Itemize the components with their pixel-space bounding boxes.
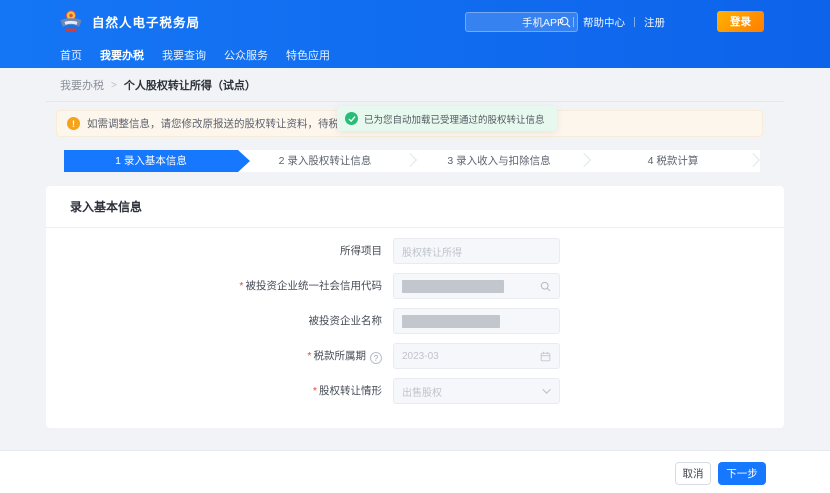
nav-item-home[interactable]: 首页	[60, 47, 82, 63]
step-3-label: 3 录入收入与扣除信息	[412, 150, 586, 172]
app-title: 自然人电子税务局	[92, 12, 200, 31]
next-button[interactable]: 下一步	[718, 462, 766, 485]
nav-item-public-services[interactable]: 公众服务	[224, 47, 268, 63]
calendar-icon	[540, 351, 551, 362]
income-item-input: 股权转让所得	[393, 238, 560, 264]
form-row-income-item: 所得项目 股权转让所得	[46, 238, 784, 264]
step-4-label: 4 税款计算	[586, 150, 760, 172]
help-icon[interactable]: ?	[370, 352, 382, 364]
link-divider	[573, 17, 574, 27]
field-label: *被投资企业统一社会信用代码	[70, 273, 382, 299]
redacted-value	[402, 315, 500, 328]
breadcrumb: 我要办税 > 个人股权转让所得（试点）	[60, 77, 256, 93]
check-icon	[345, 112, 358, 125]
brand: 自然人电子税务局	[58, 8, 200, 34]
form-row-company-name: 被投资企业名称	[46, 308, 784, 334]
step-bar: 1 录入基本信息 2 录入股权转让信息 3 录入收入与扣除信息 4 税款计算	[64, 150, 760, 172]
warning-icon: !	[67, 117, 80, 130]
form-card: 录入基本信息 所得项目 股权转让所得 *被投资企业统一社会信用代码	[46, 186, 784, 428]
link-divider	[634, 17, 635, 27]
section-divider	[46, 101, 784, 102]
login-button[interactable]: 登录	[717, 11, 764, 32]
company-name-input	[393, 308, 560, 334]
main-nav: 首页 我要办税 我要查询 公众服务 特色应用	[60, 44, 330, 66]
lookup-search-icon[interactable]	[540, 281, 551, 292]
section-title: 录入基本信息	[46, 186, 784, 228]
chevron-down-icon	[545, 388, 551, 394]
transfer-type-value: 出售股权	[402, 384, 442, 399]
field-label: *税款所属期?	[70, 343, 382, 369]
tax-period-input: 2023-03	[393, 343, 560, 369]
step-1-active: 1 录入基本信息	[64, 150, 250, 172]
cancel-button[interactable]: 取消	[675, 462, 711, 485]
form-row-credit-code: *被投资企业统一社会信用代码	[46, 273, 784, 299]
form-row-tax-period: *税款所属期? 2023-03	[46, 343, 784, 369]
header-bar: 自然人电子税务局 手机APP 帮助中心 注册 登录 首页 我要办税 我要查询 公…	[0, 0, 830, 68]
tax-period-value: 2023-03	[402, 351, 439, 362]
step-2-label: 2 录入股权转让信息	[238, 150, 412, 172]
success-toast: 已为您自动加载已受理通过的股权转让信息	[337, 106, 557, 131]
footer-bar: 取消 下一步	[0, 450, 830, 493]
link-help-center[interactable]: 帮助中心	[583, 15, 625, 30]
field-label: *股权转让情形	[70, 378, 382, 404]
nav-item-featured-apps[interactable]: 特色应用	[286, 47, 330, 63]
credit-code-input[interactable]	[393, 273, 560, 299]
success-toast-text: 已为您自动加载已受理通过的股权转让信息	[364, 112, 545, 126]
breadcrumb-parent[interactable]: 我要办税	[60, 77, 104, 93]
link-register[interactable]: 注册	[644, 15, 665, 30]
field-label: 所得项目	[70, 238, 382, 264]
breadcrumb-separator-icon: >	[111, 80, 117, 91]
step-1-label: 1 录入基本信息	[64, 150, 238, 172]
header-links: 手机APP 帮助中心 注册	[522, 12, 665, 32]
transfer-type-select: 出售股权	[393, 378, 560, 404]
link-mobile-app[interactable]: 手机APP	[522, 15, 564, 30]
field-label: 被投资企业名称	[70, 308, 382, 334]
breadcrumb-current: 个人股权转让所得（试点）	[124, 77, 256, 93]
income-item-value: 股权转让所得	[402, 244, 462, 259]
nav-item-inquiry[interactable]: 我要查询	[162, 47, 206, 63]
form-row-transfer-type: *股权转让情形 出售股权	[46, 378, 784, 404]
nav-item-tax-services[interactable]: 我要办税	[100, 47, 144, 63]
tax-bureau-logo-icon	[58, 8, 84, 34]
redacted-value	[402, 280, 504, 293]
page: 自然人电子税务局 手机APP 帮助中心 注册 登录 首页 我要办税 我要查询 公…	[0, 0, 830, 493]
